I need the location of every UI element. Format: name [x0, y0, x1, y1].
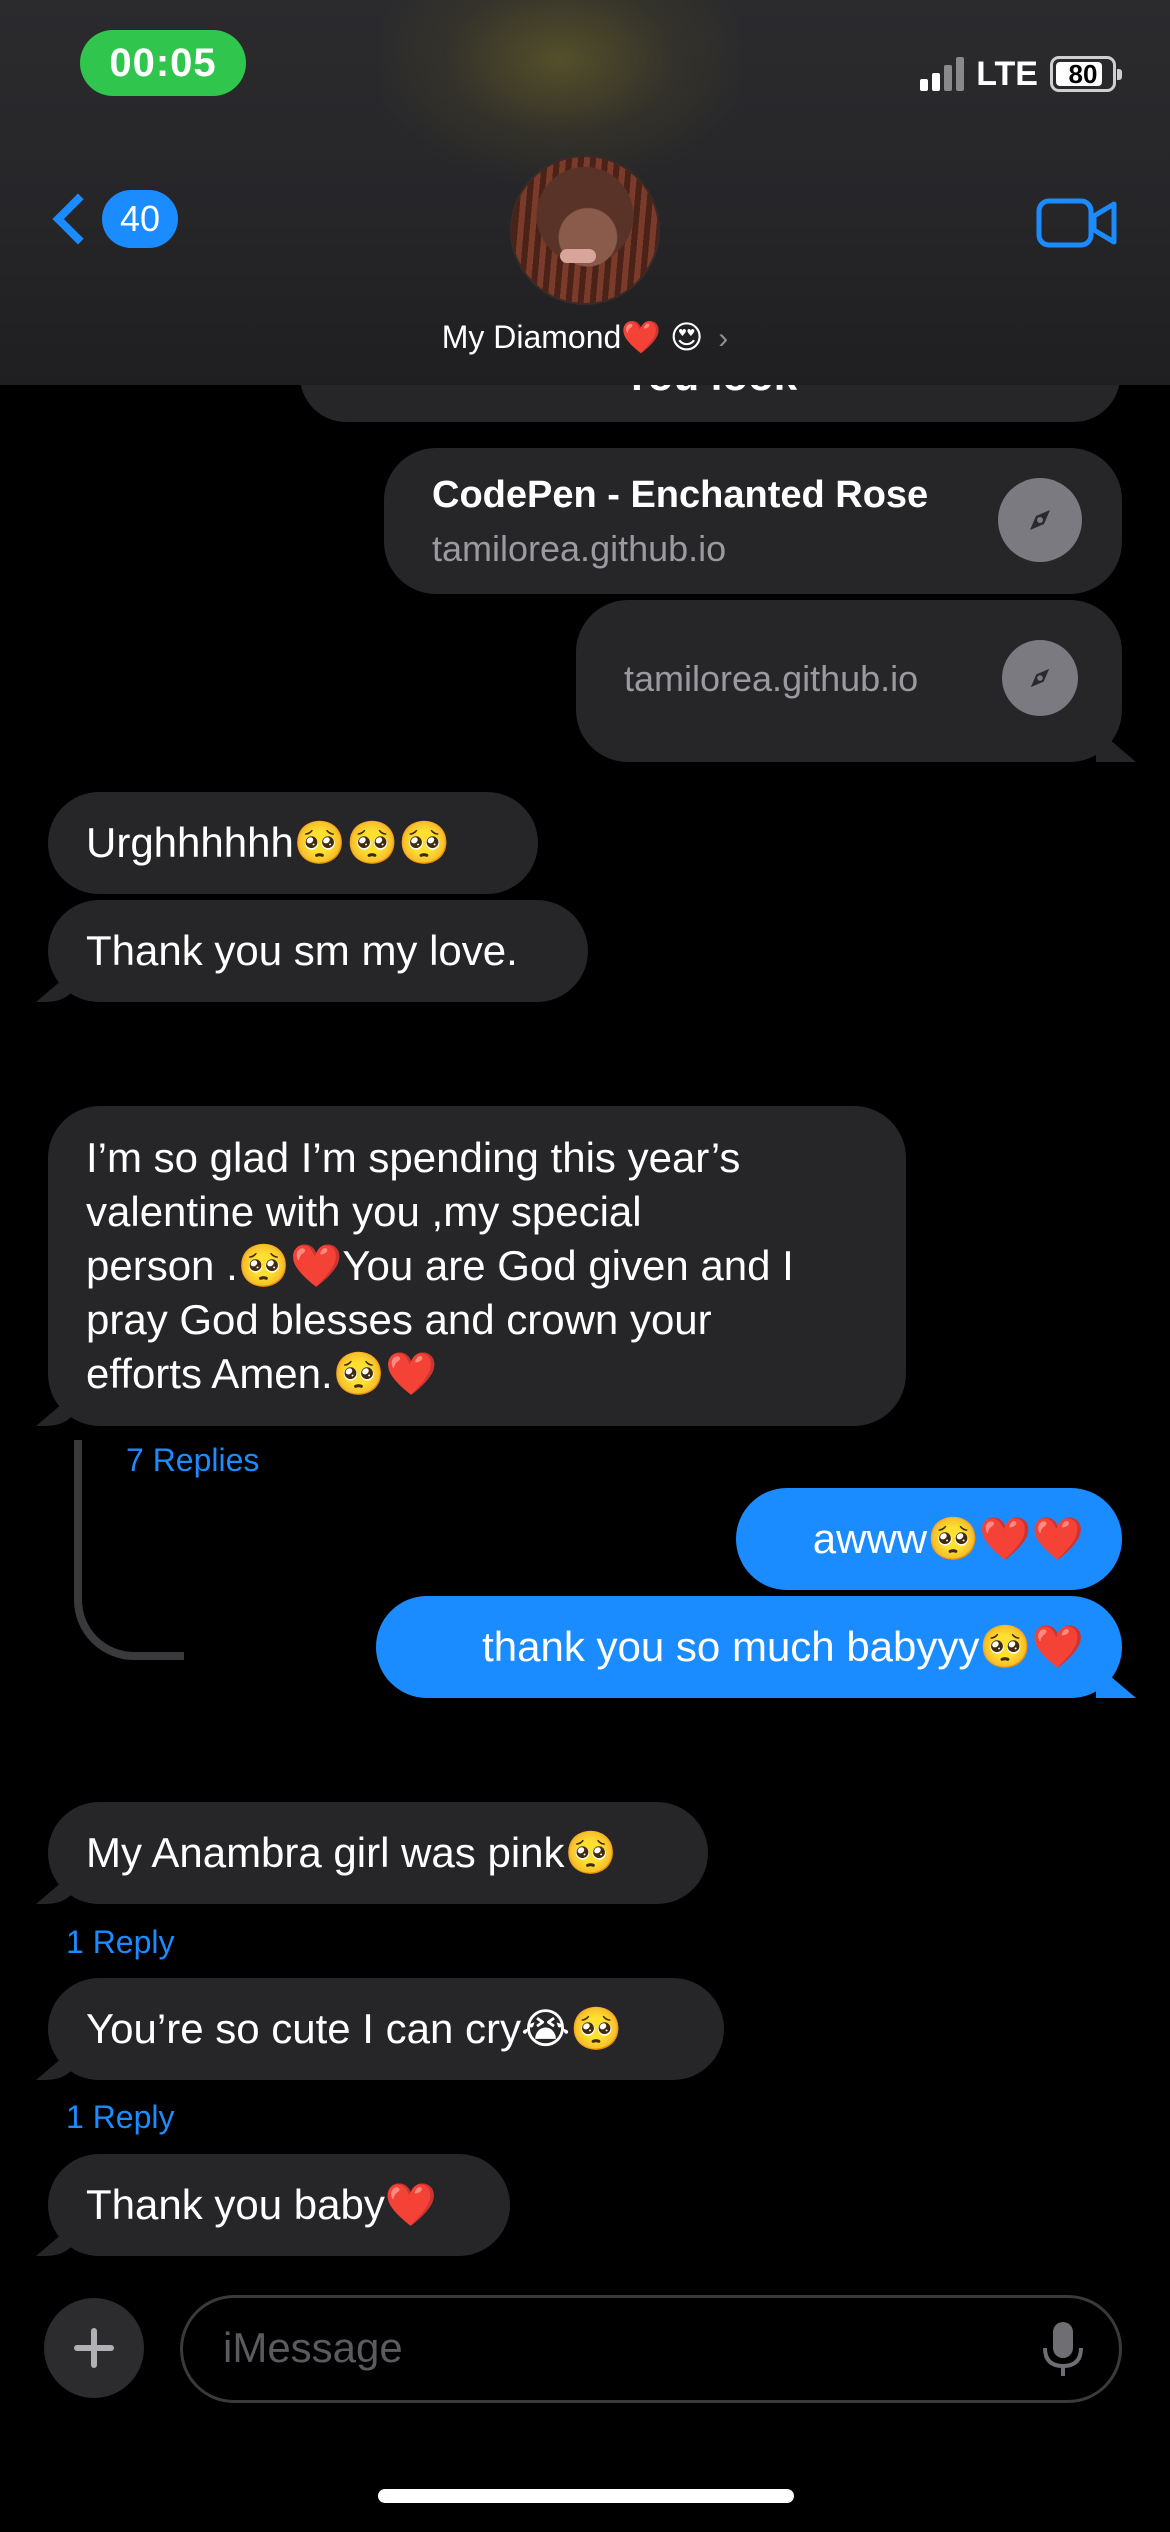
message-bubble-received[interactable]: You’re so cute I can cry😭🥺	[48, 1978, 724, 2080]
message-text: thank you so much babyyy🥺❤️	[482, 1623, 1084, 1670]
message-bubble-received[interactable]: Urghhhhhh🥺🥺🥺	[48, 792, 538, 894]
link-bubble[interactable]: tamilorea.github.io	[576, 600, 1122, 762]
message-text-line: I’m so glad I’m spending this year’s	[86, 1134, 741, 1181]
message-text: Thank you baby❤️	[86, 2181, 438, 2228]
conversation-header: 00:05 LTE 80 40 My Diamond❤️ 😍 ›	[0, 0, 1170, 385]
message-bubble-sent[interactable]: awww🥺❤️❤️	[736, 1488, 1122, 1590]
chevron-right-icon: ›	[718, 322, 729, 355]
message-text-line: pray God blesses and crown your	[86, 1296, 712, 1343]
battery-level: 80	[1068, 58, 1098, 89]
message-text-line: efforts Amen.🥺❤️	[86, 1350, 438, 1397]
home-indicator[interactable]	[378, 2489, 794, 2503]
battery-icon: 80	[1050, 56, 1122, 92]
video-call-icon[interactable]	[1036, 196, 1118, 250]
contact-name-button[interactable]: My Diamond❤️ 😍 ›	[0, 318, 1170, 356]
compass-icon	[1002, 640, 1078, 716]
message-input-placeholder: iMessage	[223, 2324, 403, 2371]
message-text: awww🥺❤️❤️	[812, 1515, 1084, 1562]
link-preview-card[interactable]: CodePen - Enchanted Rose tamilorea.githu…	[384, 448, 1122, 594]
contact-name-heart: ❤️	[621, 319, 662, 355]
messages-screen: You look 00:05 LTE 80 40 My Diamond❤️ 😍 …	[0, 0, 1170, 2532]
chevron-left-icon	[52, 193, 104, 245]
message-text: My Anambra girl was pink🥺	[86, 1829, 617, 1876]
message-bubble-received[interactable]: My Anambra girl was pink🥺	[48, 1802, 708, 1904]
message-input[interactable]: iMessage	[180, 2295, 1122, 2403]
back-button[interactable]: 40	[48, 190, 178, 248]
cellular-signal-icon	[920, 57, 965, 91]
message-text: Urghhhhhh🥺🥺🥺	[86, 819, 451, 866]
header-glow	[380, 0, 740, 180]
link-preview-domain: tamilorea.github.io	[432, 528, 727, 569]
link-preview-title: CodePen - Enchanted Rose	[432, 474, 929, 516]
thread-connector-line	[74, 1440, 184, 1660]
thread-replies-link[interactable]: 1 Reply	[66, 2099, 175, 2136]
status-indicators: LTE 80	[920, 52, 1122, 96]
message-bubble-received[interactable]: Thank you baby❤️	[48, 2154, 510, 2256]
contact-name: My Diamond	[441, 319, 622, 355]
link-bubble-domain: tamilorea.github.io	[624, 658, 919, 699]
message-bubble-received[interactable]: I’m so glad I’m spending this year’s val…	[48, 1106, 906, 1426]
network-type: LTE	[976, 54, 1038, 93]
message-text: Thank you sm my love.	[86, 927, 518, 974]
apps-plus-button[interactable]	[44, 2298, 144, 2398]
contact-avatar[interactable]	[510, 155, 660, 305]
unread-count-badge: 40	[102, 190, 178, 248]
message-text: You’re so cute I can cry😭🥺	[86, 2005, 623, 2052]
plus-icon	[74, 2328, 114, 2368]
compass-icon	[998, 478, 1082, 562]
contact-name-emoji: 😍	[670, 319, 704, 355]
message-bubble-sent[interactable]: thank you so much babyyy🥺❤️	[376, 1596, 1122, 1698]
message-bubble-received[interactable]: Thank you sm my love.	[48, 900, 588, 1002]
thread-replies-link[interactable]: 1 Reply	[66, 1924, 175, 1961]
message-text-line: valentine with you ,my special	[86, 1188, 642, 1235]
status-time: 00:05	[80, 30, 246, 96]
message-text-line: person .🥺❤️You are God given and I	[86, 1242, 794, 1289]
microphone-icon[interactable]	[1041, 2320, 1085, 2380]
